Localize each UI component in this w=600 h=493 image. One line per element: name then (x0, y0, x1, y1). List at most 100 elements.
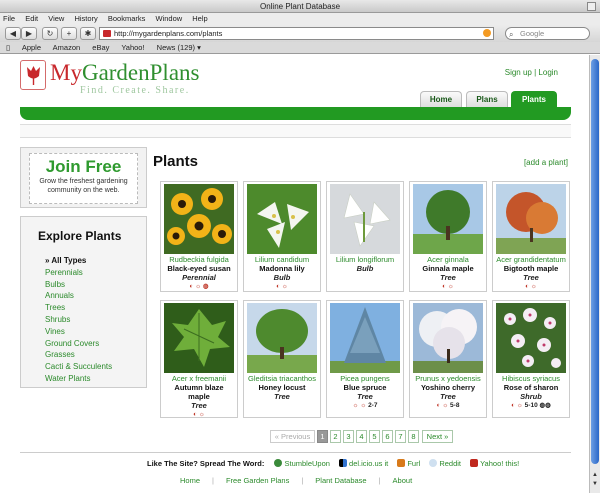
plant-type-annuals[interactable]: Annuals (45, 290, 146, 302)
menu-view[interactable]: View (48, 14, 64, 23)
plant-photo[interactable] (413, 303, 483, 373)
plant-type-water-plants[interactable]: Water Plants (45, 373, 146, 385)
share-delicious[interactable]: del.icio.us it (339, 459, 388, 468)
signup-link[interactable]: Sign up (505, 68, 532, 77)
plant-scientific-name[interactable]: Acer grandidentatum (493, 255, 569, 264)
plant-scientific-name[interactable]: Lilium longiflorum (327, 255, 403, 264)
vertical-scrollbar[interactable]: ▲ ▼ (589, 55, 600, 493)
plant-type-all[interactable]: All Types (45, 255, 146, 267)
plant-card[interactable]: Lilium longiflorum Bulb (326, 181, 404, 292)
plant-scientific-name[interactable]: Picea pungens (327, 374, 403, 383)
share-reddit[interactable]: Reddit (429, 459, 461, 468)
plant-card[interactable]: Prunus x yedoensis Yoshino cherry Tree ◐… (409, 300, 487, 418)
footer-plant-database-link[interactable]: Plant Database (315, 476, 366, 485)
join-card[interactable]: Join Free Grow the freshest gardening co… (29, 153, 138, 204)
login-link[interactable]: Login (538, 68, 558, 77)
plant-photo[interactable] (330, 303, 400, 373)
menu-window[interactable]: Window (155, 14, 182, 23)
plant-photo[interactable] (496, 184, 566, 254)
plant-photo[interactable] (496, 303, 566, 373)
add-bookmark-button[interactable]: + (61, 27, 77, 40)
plant-photo[interactable] (413, 184, 483, 254)
plant-card[interactable]: Lilium candidum Madonna lily Bulb ◐ ☼ (243, 181, 321, 292)
menu-help[interactable]: Help (192, 14, 207, 23)
menu-edit[interactable]: Edit (25, 14, 38, 23)
bookmark-item[interactable]: News (129) ▾ (157, 43, 201, 52)
plant-type-bulbs[interactable]: Bulbs (45, 279, 146, 291)
share-furl[interactable]: Furl (397, 459, 420, 468)
plant-type: Bulb (273, 273, 291, 282)
page-link[interactable]: 5 (369, 430, 380, 443)
search-input[interactable]: ⌕ Google (505, 27, 590, 40)
tab-home[interactable]: Home (420, 91, 462, 107)
plant-type-cacti[interactable]: Cacti & Succulents (45, 361, 146, 373)
plant-scientific-name[interactable]: Rudbeckia fulgida (161, 255, 237, 264)
menu-file[interactable]: File (3, 14, 15, 23)
plant-card[interactable]: Acer grandidentatum Bigtooth maple Tree … (492, 181, 570, 292)
back-button[interactable]: ◀ (5, 27, 21, 40)
plant-card[interactable]: Acer ginnala Ginnala maple Tree ◐ ☼ (409, 181, 487, 292)
scrollbar-thumb[interactable] (591, 59, 599, 464)
scroll-arrows-icon[interactable]: ▲ ▼ (591, 471, 599, 491)
plant-photo[interactable] (247, 303, 317, 373)
menu-history[interactable]: History (74, 14, 97, 23)
rss-icon[interactable] (483, 29, 491, 37)
plant-scientific-name[interactable]: Acer ginnala (410, 255, 486, 264)
plant-type-perennials[interactable]: Perennials (45, 267, 146, 279)
add-plant-link[interactable]: [add a plant] (524, 158, 568, 167)
plant-type-ground-covers[interactable]: Ground Covers (45, 338, 146, 350)
bookmark-item[interactable]: Amazon (53, 43, 81, 52)
menu-bookmarks[interactable]: Bookmarks (108, 14, 146, 23)
url-field[interactable]: http://mygardenplans.com/plants (99, 27, 494, 40)
bookmark-item[interactable]: eBay (92, 43, 109, 52)
forward-button[interactable]: ▶ (21, 27, 37, 40)
page-link[interactable]: 7 (395, 430, 406, 443)
page-link[interactable]: 6 (382, 430, 393, 443)
plant-scientific-name[interactable]: Acer x freemanii (161, 374, 237, 383)
previous-page-button[interactable]: « Previous (270, 430, 315, 443)
footer-divider (20, 452, 571, 453)
window-control-button[interactable] (587, 2, 596, 11)
plant-type-shrubs[interactable]: Shrubs (45, 314, 146, 326)
plant-photo[interactable] (164, 303, 234, 373)
tab-plans[interactable]: Plans (466, 91, 508, 107)
page-link[interactable]: 3 (343, 430, 354, 443)
share-stumbleupon[interactable]: StumbleUpon (274, 459, 330, 468)
bug-button[interactable]: ✱ (80, 27, 96, 40)
plant-photo[interactable] (164, 184, 234, 254)
site-favicon-icon (103, 30, 111, 37)
plant-type-vines[interactable]: Vines (45, 326, 146, 338)
share-yahoo[interactable]: Yahoo! this! (470, 459, 519, 468)
plant-type-grasses[interactable]: Grasses (45, 349, 146, 361)
footer-garden-plans-link[interactable]: Free Garden Plans (226, 476, 289, 485)
plant-card[interactable]: Gleditsia triacanthos Honey locust Tree (243, 300, 321, 418)
plant-info: Bigtooth maple Tree ◐ ☼ (493, 264, 569, 291)
join-title[interactable]: Join Free (30, 157, 137, 177)
plant-scientific-name[interactable]: Lilium candidum (244, 255, 320, 264)
plant-card[interactable]: Acer x freemanii Autumn blaze maple Tree… (160, 300, 238, 418)
plant-photo[interactable] (247, 184, 317, 254)
page-link[interactable]: 1 (317, 430, 328, 443)
plant-scientific-name[interactable]: Hibiscus syriacus (493, 374, 569, 383)
footer-home-link[interactable]: Home (180, 476, 200, 485)
plant-type-trees[interactable]: Trees (45, 302, 146, 314)
next-page-button[interactable]: Next » (422, 430, 453, 443)
footer-about-link[interactable]: About (393, 476, 413, 485)
plant-card[interactable]: Picea pungens Blue spruce Tree ☼ ☼ 2-7 (326, 300, 404, 418)
page-link[interactable]: 2 (330, 430, 341, 443)
plant-scientific-name[interactable]: Gleditsia triacanthos (244, 374, 320, 383)
bookmark-item[interactable]: Apple (22, 43, 41, 52)
reload-button[interactable]: ↻ (42, 27, 58, 40)
page-link[interactable]: 8 (408, 430, 419, 443)
page-link[interactable]: 4 (356, 430, 367, 443)
tab-plants[interactable]: Plants (511, 91, 557, 107)
bookmarks-book-icon[interactable]: ▯ (6, 43, 10, 52)
plant-card[interactable]: Rudbeckia fulgida Black-eyed susan Peren… (160, 181, 238, 292)
plant-photo[interactable] (330, 184, 400, 254)
plant-card[interactable]: Hibiscus syriacus Rose of sharon Shrub ◐… (492, 300, 570, 418)
plant-scientific-name[interactable]: Prunus x yedoensis (410, 374, 486, 383)
plant-info: Bulb (327, 264, 403, 273)
site-name-part1: My (50, 60, 82, 85)
site-logo[interactable]: MyGardenPlans Find. Create. Share. (20, 60, 225, 100)
bookmark-item[interactable]: Yahoo! (121, 43, 144, 52)
